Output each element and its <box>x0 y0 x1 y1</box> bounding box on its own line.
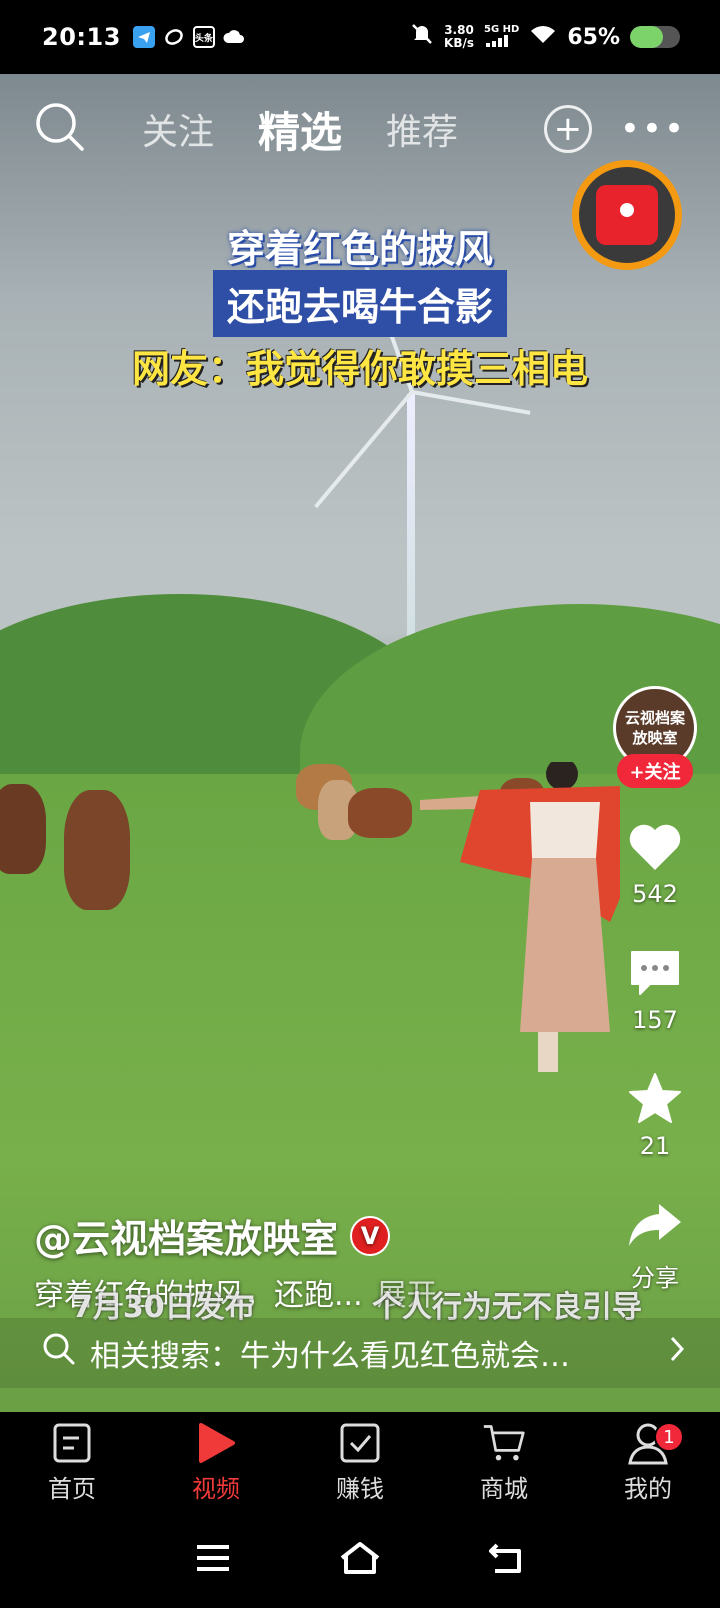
nav-video[interactable]: 视频 <box>144 1412 288 1512</box>
battery-icon <box>630 26 680 48</box>
tab-recommended[interactable]: 推荐 <box>386 103 458 155</box>
wifi-icon <box>529 23 557 51</box>
search-icon[interactable] <box>34 101 86 157</box>
cloud-icon <box>223 26 245 48</box>
menu-icon[interactable] <box>193 1542 233 1578</box>
checkbox-icon <box>338 1421 382 1465</box>
comment-icon <box>626 944 684 1002</box>
related-search-label: 相关搜索：牛为什么看见红色就会… <box>90 1339 570 1374</box>
woman-red-cape <box>420 762 620 1072</box>
status-right: 3.80 KB/s 5G HD 65% <box>410 22 680 52</box>
status-bar: 20:13 头条 3.80 KB/s 5G HD 65% <box>0 0 720 74</box>
telegram-icon <box>132 26 155 48</box>
nav-home[interactable]: 首页 <box>0 1412 144 1512</box>
notification-icons: 头条 <box>132 26 245 48</box>
cart-icon <box>482 1421 526 1465</box>
nav-mall-label: 商城 <box>480 1474 528 1503</box>
tab-featured[interactable]: 精选 <box>258 99 342 160</box>
like-button[interactable]: 542 <box>626 818 684 908</box>
like-count: 542 <box>632 880 678 908</box>
notification-badge: 1 <box>654 1422 684 1452</box>
bottom-nav: 首页 视频 赚钱 商城 我的 1 <box>0 1412 720 1512</box>
nav-profile-label: 我的 <box>624 1474 672 1503</box>
home-icon[interactable] <box>338 1540 382 1580</box>
cow <box>0 784 46 874</box>
nav-mall[interactable]: 商城 <box>432 1412 576 1512</box>
action-rail: 云视档案放映室 +关注 542 157 21 分享 <box>600 686 710 1293</box>
author-row[interactable]: @云视档案放映室 V <box>34 1208 391 1263</box>
author-name[interactable]: @云视档案放映室 <box>34 1208 338 1263</box>
clock: 20:13 <box>42 23 121 51</box>
battery-level <box>630 26 663 48</box>
nav-profile[interactable]: 我的 1 <box>576 1412 720 1512</box>
chevron-right-icon <box>668 1335 686 1371</box>
nav-earn[interactable]: 赚钱 <box>288 1412 432 1512</box>
verified-badge: V <box>350 1215 391 1256</box>
caption-line-2: 还跑去喝牛合影 <box>0 270 720 337</box>
comment-button[interactable]: 157 <box>626 944 684 1034</box>
related-search-bar[interactable]: 相关搜索：牛为什么看见红色就会… <box>0 1318 720 1388</box>
share-icon <box>626 1196 684 1254</box>
app-swirl-icon <box>163 26 185 48</box>
follow-button[interactable]: +关注 <box>617 754 693 788</box>
comment-count: 157 <box>632 1006 678 1034</box>
nav-video-label: 视频 <box>192 1474 240 1503</box>
add-icon[interactable]: + <box>543 105 592 153</box>
battery-percent: 65% <box>567 24 620 50</box>
red-packet-button[interactable] <box>572 160 682 270</box>
tab-following[interactable]: 关注 <box>142 103 214 155</box>
caption-line-3: 网友：我觉得你敢摸三相电 <box>131 347 588 391</box>
heart-icon <box>626 818 684 876</box>
play-icon <box>194 1421 238 1465</box>
more-icon[interactable]: ••• <box>620 109 686 149</box>
favorite-button[interactable]: 21 <box>626 1070 684 1160</box>
cow <box>64 790 130 910</box>
system-nav-bar <box>0 1512 720 1608</box>
favorite-count: 21 <box>639 1132 671 1160</box>
nav-earn-label: 赚钱 <box>336 1474 384 1503</box>
star-icon <box>626 1070 684 1128</box>
mute-icon <box>410 22 434 52</box>
search-icon <box>42 1332 76 1374</box>
signal-icon: 5G HD <box>484 24 519 50</box>
home-doc-icon <box>50 1421 94 1465</box>
red-envelope-icon <box>596 185 658 245</box>
net-speed: 3.80 KB/s <box>444 23 474 50</box>
share-button[interactable]: 分享 <box>626 1196 684 1293</box>
back-icon[interactable] <box>487 1541 527 1579</box>
nav-home-label: 首页 <box>48 1474 96 1503</box>
toutiao-icon: 头条 <box>192 26 215 48</box>
